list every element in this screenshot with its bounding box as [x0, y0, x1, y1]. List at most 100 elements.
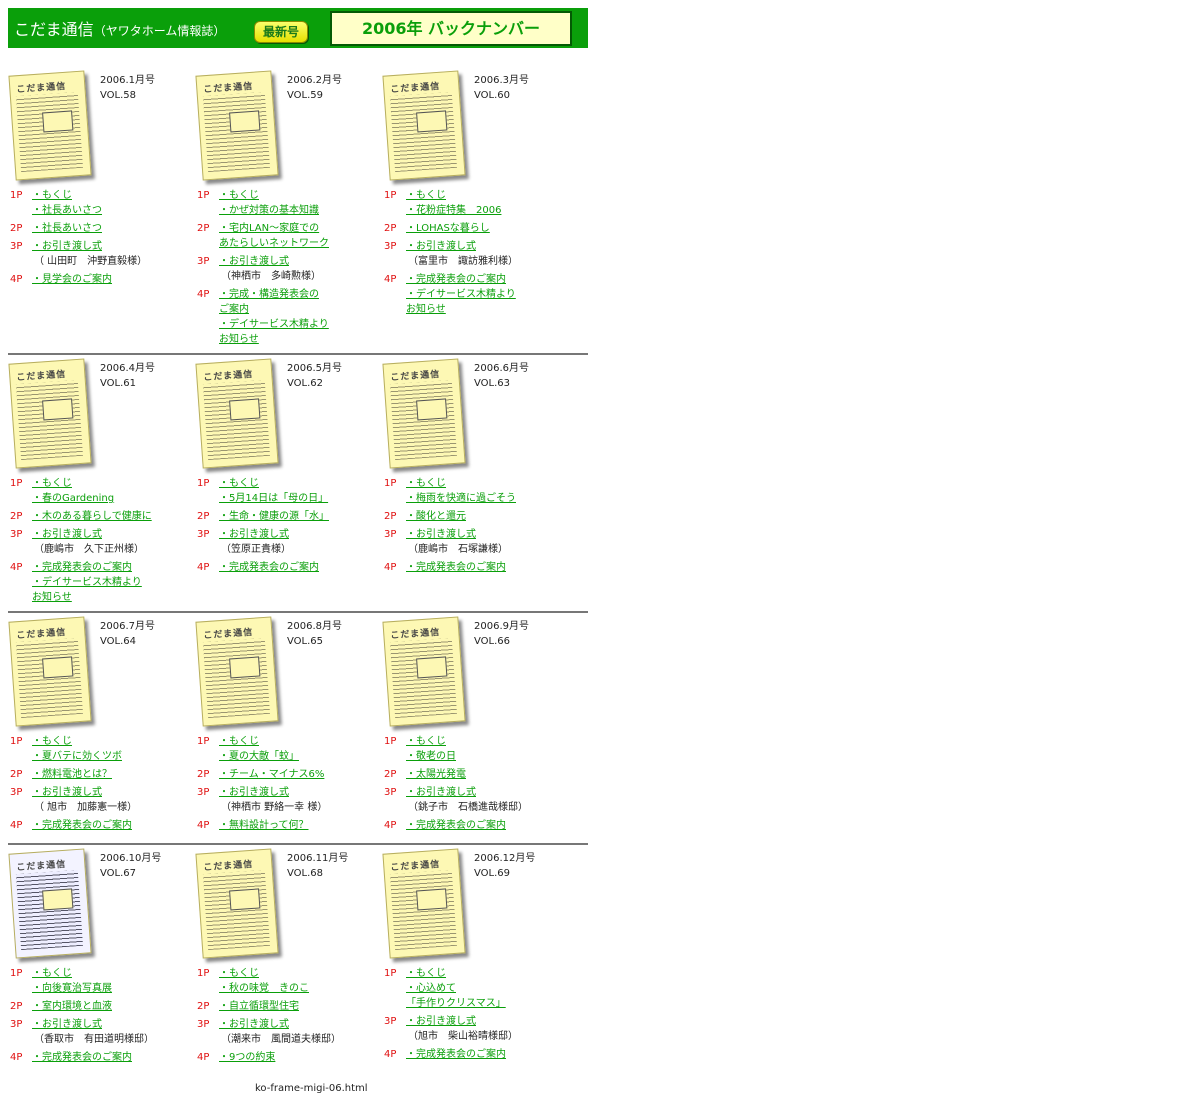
issue-cover-thumbnail[interactable]: こだま通信 [8, 358, 92, 469]
article-link[interactable]: ・もくじ [32, 734, 192, 749]
article-link[interactable]: ・お引き渡し式 [406, 527, 566, 542]
contents-row: 2P ・酸化と還元 [384, 509, 566, 524]
issue-meta: 2006.11月号 VOL.68 [287, 851, 348, 881]
article-link[interactable]: ・完成発表会のご案内 [406, 1047, 566, 1062]
article-link[interactable]: ・宅内LAN～家庭での [219, 221, 379, 236]
article-link[interactable]: 「手作りクリスマス」 [406, 996, 566, 1011]
article-link[interactable]: ・室内環境と血液 [32, 999, 192, 1014]
article-link[interactable]: ・もくじ [406, 476, 566, 491]
article-link[interactable]: ・5月14日は「母の日」 [219, 491, 379, 506]
article-link[interactable]: ・チーム・マイナス6% [219, 767, 379, 782]
article-link[interactable]: ・夏バテに効くツボ [32, 749, 192, 764]
contents-row: 1P ・もくじ ・向後寛治写真展 [10, 966, 192, 996]
article-link[interactable]: ・お引き渡し式 [32, 239, 192, 254]
article-link[interactable]: ・もくじ [32, 966, 192, 981]
article-link[interactable]: ・夏の大敵「蚊」 [219, 749, 379, 764]
issue-cover-thumbnail[interactable]: こだま通信 [382, 70, 466, 181]
contents-row: 2P ・燃料電池とは？ [10, 767, 192, 782]
issue-cover-thumbnail[interactable]: こだま通信 [382, 616, 466, 727]
article-link[interactable]: ・完成発表会のご案内 [32, 818, 192, 833]
article-link[interactable]: ・もくじ [219, 966, 379, 981]
issue-meta: 2006.5月号 VOL.62 [287, 361, 342, 391]
issue-cover-thumbnail[interactable]: こだま通信 [195, 848, 279, 959]
issue-cover-thumbnail[interactable]: こだま通信 [195, 70, 279, 181]
article-link[interactable]: ・梅雨を快適に過ごそう [406, 491, 566, 506]
article-link[interactable]: ・もくじ [219, 188, 379, 203]
issue-cover-thumbnail[interactable]: こだま通信 [8, 616, 92, 727]
issue-cover-thumbnail[interactable]: こだま通信 [195, 616, 279, 727]
article-link[interactable]: ・もくじ [219, 476, 379, 491]
article-link[interactable]: ・完成発表会のご案内 [32, 1050, 192, 1065]
article-link[interactable]: ・お引き渡し式 [219, 1017, 379, 1032]
article-link[interactable]: ・デイサービス木精より [406, 287, 566, 302]
article-link[interactable]: ・見学会のご案内 [32, 272, 192, 287]
latest-issue-button[interactable]: 最新号 [254, 21, 308, 43]
article-link[interactable]: ・完成・構造発表会の [219, 287, 379, 302]
article-link[interactable]: お知らせ [32, 590, 192, 605]
article-link[interactable]: ・お引き渡し式 [32, 527, 192, 542]
article-link[interactable]: ・春のGardening [32, 491, 192, 506]
contents-row: 4P ・完成発表会のご案内 [197, 560, 379, 575]
article-link[interactable]: ・太陽光発電 [406, 767, 566, 782]
issue-meta: 2006.6月号 VOL.63 [474, 361, 529, 391]
article-link[interactable]: ・無料設計って何？ [219, 818, 379, 833]
issue-volume: VOL.64 [100, 636, 137, 647]
issue-volume: VOL.62 [287, 378, 324, 389]
article-link[interactable]: お知らせ [219, 332, 379, 347]
article-link[interactable]: ・完成発表会のご案内 [32, 560, 192, 575]
article-link[interactable]: ご案内 [219, 302, 379, 317]
article-link[interactable]: ・LOHASな暮らし [406, 221, 566, 236]
article-link[interactable]: ・もくじ [32, 188, 192, 203]
article-link[interactable]: ・お引き渡し式 [219, 527, 379, 542]
contents-row: 3P ・お引き渡し式 （鹿嶋市 久下正州様） [10, 527, 192, 557]
issue-date: 2006.7月号 [100, 621, 155, 632]
article-link[interactable]: ・お引き渡し式 [219, 785, 379, 800]
cover-illustration [416, 398, 448, 421]
cover-illustration [229, 888, 261, 911]
article-link[interactable]: ・お引き渡し式 [406, 785, 566, 800]
article-link[interactable]: ・完成発表会のご案内 [406, 272, 566, 287]
article-link[interactable]: ・社長あいさつ [32, 203, 192, 218]
article-link[interactable]: ・もくじ [406, 734, 566, 749]
article-link[interactable]: ・自立循環型住宅 [219, 999, 379, 1014]
article-link[interactable]: ・花粉症特集 2006 [406, 203, 566, 218]
article-link[interactable]: お知らせ [406, 302, 566, 317]
article-link[interactable]: ・もくじ [406, 966, 566, 981]
page-number: 1P [10, 190, 23, 201]
article-link[interactable]: ・かぜ対策の基本知識 [219, 203, 379, 218]
article-link[interactable]: ・お引き渡し式 [406, 239, 566, 254]
issue-cover-thumbnail[interactable]: こだま通信 [8, 848, 92, 959]
issue-cover-thumbnail[interactable]: こだま通信 [382, 848, 466, 959]
article-link[interactable]: ・木のある暮らしで健康に [32, 509, 192, 524]
article-link[interactable]: ・9つの約束 [219, 1050, 379, 1065]
issue-cover-thumbnail[interactable]: こだま通信 [382, 358, 466, 469]
contents-row: 3P ・お引き渡し式 （笠原正貴様） [197, 527, 379, 557]
article-link[interactable]: ・社長あいさつ [32, 221, 192, 236]
article-link[interactable]: ・お引き渡し式 [32, 1017, 192, 1032]
article-link[interactable]: ・生命・健康の源「水」 [219, 509, 379, 524]
article-link[interactable]: ・完成発表会のご案内 [219, 560, 379, 575]
article-link[interactable]: ・秋の味覚 きのこ [219, 981, 379, 996]
issue-volume: VOL.61 [100, 378, 137, 389]
article-link[interactable]: ・お引き渡し式 [406, 1014, 566, 1029]
article-link[interactable]: ・デイサービス木精より [219, 317, 379, 332]
article-link[interactable]: ・お引き渡し式 [219, 254, 379, 269]
article-link[interactable]: ・もくじ [219, 734, 379, 749]
article-link[interactable]: ・お引き渡し式 [32, 785, 192, 800]
article-link[interactable]: ・心込めて [406, 981, 566, 996]
article-link[interactable]: ・デイサービス木精より [32, 575, 192, 590]
article-link[interactable]: ・燃料電池とは？ [32, 767, 192, 782]
issue-cover-thumbnail[interactable]: こだま通信 [195, 358, 279, 469]
cover-illustration [42, 398, 74, 421]
article-link[interactable]: ・完成発表会のご案内 [406, 560, 566, 575]
article-link[interactable]: ・完成発表会のご案内 [406, 818, 566, 833]
page-number: 2P [10, 223, 23, 234]
article-link[interactable]: あたらしいネットワーク [219, 236, 379, 251]
article-link[interactable]: ・もくじ [32, 476, 192, 491]
issue-meta: 2006.3月号 VOL.60 [474, 73, 529, 103]
article-link[interactable]: ・酸化と還元 [406, 509, 566, 524]
article-link[interactable]: ・敬老の日 [406, 749, 566, 764]
article-link[interactable]: ・もくじ [406, 188, 566, 203]
article-link[interactable]: ・向後寛治写真展 [32, 981, 192, 996]
issue-cover-thumbnail[interactable]: こだま通信 [8, 70, 92, 181]
